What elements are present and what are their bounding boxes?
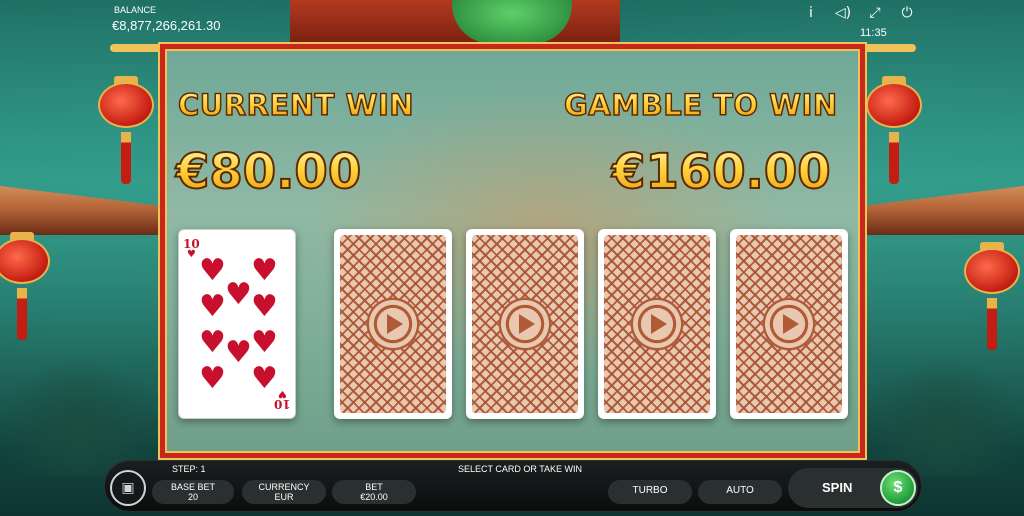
turbo-button[interactable]: TURBO [608, 480, 692, 504]
revealed-card: 10 ♥ 10 ♥ ♥ ♥ ♥ ♥ ♥ ♥ ♥ ♥ ♥ ♥ [178, 229, 296, 419]
heart-icon: ♥ [199, 325, 226, 360]
heart-icon: ♥ [199, 289, 226, 324]
lantern-icon [0, 228, 50, 340]
gamble-to-win-amount: €160.00 [611, 143, 832, 201]
menu-cards-button[interactable]: ▣ [110, 470, 146, 506]
power-icon[interactable]: ⏻ [898, 4, 916, 22]
sound-icon[interactable]: ◁) [834, 4, 852, 22]
current-win-amount: €80.00 [175, 143, 362, 201]
bet-label: BET [365, 482, 383, 492]
base-bet-value: 20 [187, 492, 198, 502]
hidden-card-4[interactable] [730, 229, 848, 419]
heart-icon: ♥ [225, 277, 252, 312]
hidden-card-2[interactable] [466, 229, 584, 419]
info-icon[interactable]: i [802, 4, 820, 22]
currency-value: EUR [274, 492, 294, 502]
base-bet-button[interactable]: BASE BET 20 [152, 480, 234, 504]
gamble-to-win-label: GAMBLE TO WIN [563, 87, 838, 123]
instruction-text: SELECT CARD OR TAKE WIN [458, 464, 583, 474]
heart-icon: ♥ [199, 361, 226, 396]
base-bet-label: BASE BET [170, 482, 215, 492]
spin-label: SPIN [822, 480, 853, 495]
hidden-card-3[interactable] [598, 229, 716, 419]
card-back-emblem-icon [761, 296, 817, 352]
lantern-icon [964, 238, 1020, 350]
take-win-money-icon[interactable]: $ [880, 470, 916, 506]
card-rank-top: 10 ♥ [183, 237, 200, 260]
currency-button[interactable]: CURRENCY EUR [242, 480, 326, 504]
card-back-emblem-icon [365, 296, 421, 352]
hidden-card-1[interactable] [334, 229, 452, 419]
balance-value: €8,877,266,261.30 [112, 18, 221, 33]
tree-right [864, 356, 1024, 476]
tree-left [0, 356, 160, 476]
cards-icon: ▣ [121, 480, 135, 496]
heart-icon: ♥ [251, 325, 278, 360]
currency-label: CURRENCY [258, 482, 310, 492]
card-back-emblem-icon [629, 296, 685, 352]
heart-icon: ♥ [251, 253, 278, 288]
lantern-icon [98, 72, 154, 184]
heart-icon: ♥ [199, 253, 226, 288]
current-win-label: CURRENT WIN [177, 87, 414, 123]
step-indicator: STEP: 1 [172, 464, 206, 474]
spin-button[interactable]: SPIN $ [788, 468, 918, 508]
bet-value: €20.00 [360, 492, 388, 502]
fullscreen-icon[interactable]: ⤢ [866, 4, 884, 22]
auto-button[interactable]: AUTO [698, 480, 782, 504]
clock: 11:35 [860, 27, 887, 39]
top-bar: BALANCE €8,877,266,261.30 i ◁) ⤢ ⏻ 11:35 [0, 0, 1024, 44]
card-back-emblem-icon [497, 296, 553, 352]
bet-button[interactable]: BET €20.00 [332, 480, 416, 504]
scroll-rod-right [856, 44, 916, 52]
heart-icon: ♥ [251, 289, 278, 324]
lantern-icon [866, 72, 922, 184]
balance-label: BALANCE [114, 5, 157, 15]
heart-icon: ♥ [225, 335, 252, 370]
heart-icon: ♥ [251, 361, 278, 396]
